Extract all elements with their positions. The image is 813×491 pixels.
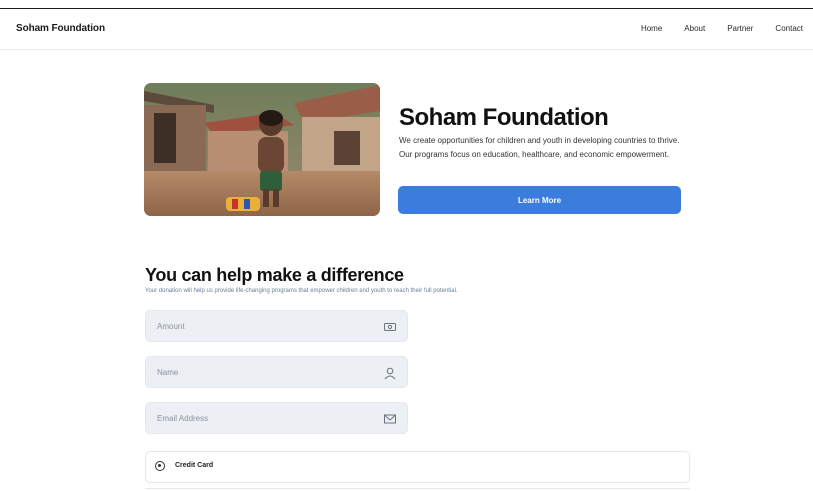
- payment-option-credit-card[interactable]: Credit Card: [145, 451, 690, 483]
- brand-logo-text[interactable]: Soham Foundation: [16, 23, 105, 34]
- nav-link-home[interactable]: Home: [641, 24, 662, 33]
- payment-option-label: Credit Card: [175, 462, 214, 469]
- hero-title: Soham Foundation: [399, 104, 609, 132]
- email-field-label: Email Address: [157, 414, 209, 423]
- cash-icon: [383, 320, 397, 334]
- name-field-label: Name: [157, 368, 179, 377]
- user-icon: [383, 366, 397, 380]
- child-village-photo: [144, 83, 380, 216]
- amount-field[interactable]: Amount: [145, 310, 408, 342]
- amount-field-label: Amount: [157, 322, 185, 331]
- hero-image: [144, 83, 380, 216]
- nav-links: Home About Partner Contact: [619, 24, 803, 33]
- donate-section-title: You can help make a difference: [145, 264, 404, 285]
- learn-more-button[interactable]: Learn More: [398, 186, 681, 214]
- radio-selected-icon[interactable]: [155, 461, 165, 471]
- nav-link-about[interactable]: About: [684, 24, 705, 33]
- mail-icon: [383, 412, 397, 426]
- email-field[interactable]: Email Address: [145, 402, 408, 434]
- radio-dot: [158, 464, 161, 467]
- name-field[interactable]: Name: [145, 356, 408, 388]
- donate-section-subtitle: Your donation will help us provide life-…: [145, 288, 458, 294]
- nav-link-partner[interactable]: Partner: [727, 24, 753, 33]
- hero-description: We create opportunities for children and…: [399, 136, 680, 159]
- nav-link-contact[interactable]: Contact: [775, 24, 803, 33]
- next-option-border: [145, 488, 690, 489]
- navbar: Soham Foundation Home About Partner Cont…: [0, 9, 813, 50]
